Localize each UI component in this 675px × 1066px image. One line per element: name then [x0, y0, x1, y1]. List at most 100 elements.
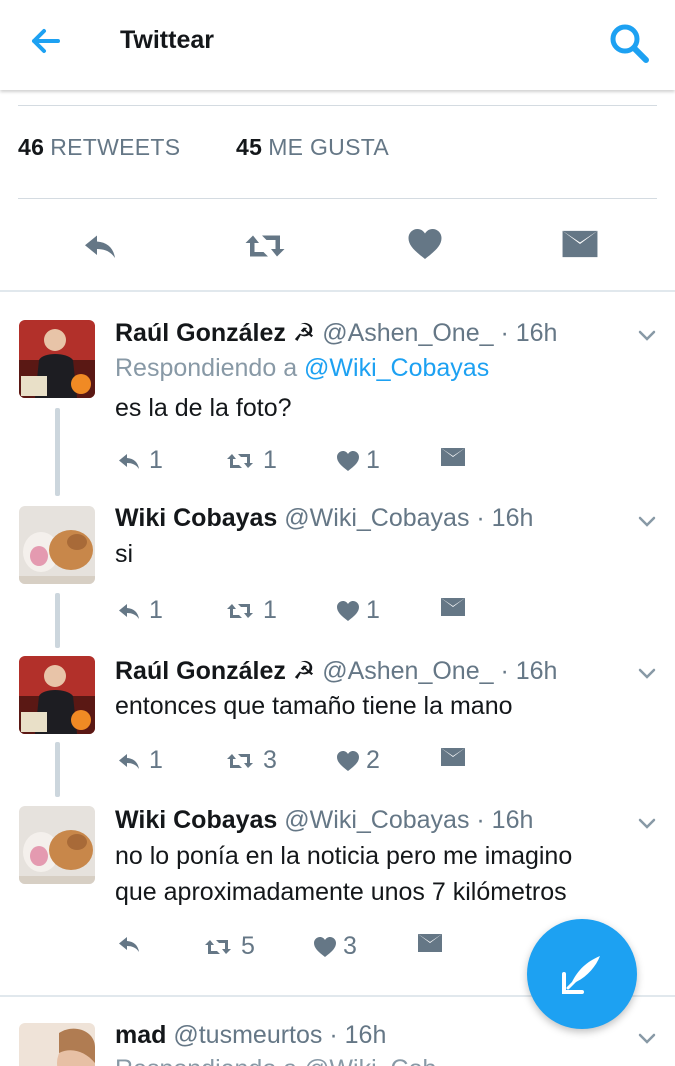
- tweet-item[interactable]: Raúl González ☭ @Ashen_One_ · 16h Respon…: [0, 300, 675, 490]
- replying-to-link[interactable]: @Wiki_Cobayas: [304, 354, 489, 382]
- retweet-action[interactable]: 1: [223, 446, 277, 475]
- replying-prefix: Respondiendo a: [115, 354, 298, 382]
- chevron-down-icon[interactable]: [638, 1033, 656, 1045]
- reply-icon: [115, 749, 143, 773]
- tweet-text: si: [115, 540, 134, 568]
- heart-icon: [313, 936, 337, 958]
- avatar[interactable]: [19, 506, 95, 584]
- reply-action[interactable]: 1: [115, 746, 163, 775]
- reply-icon[interactable]: [78, 228, 122, 264]
- author-name[interactable]: Wiki Cobayas: [115, 504, 277, 532]
- reply-action[interactable]: 1: [115, 446, 163, 475]
- arrow-left-icon[interactable]: [28, 24, 68, 58]
- tweet-time: · 16h: [476, 504, 534, 532]
- reply-count: 1: [149, 746, 163, 774]
- envelope-icon: [440, 446, 466, 468]
- tweet-time: · 16h: [476, 806, 534, 834]
- retweet-action[interactable]: 3: [223, 746, 277, 775]
- tweet-actions: 1 1 1: [115, 596, 535, 626]
- page-title: Twittear: [120, 26, 214, 54]
- tweet-header: Wiki Cobayas @Wiki_Cobayas · 16h: [115, 806, 533, 835]
- reply-icon: [115, 599, 143, 623]
- chevron-down-icon[interactable]: [638, 818, 656, 830]
- reply-action[interactable]: [115, 932, 143, 956]
- tweet-actions: 1 1 1: [115, 446, 535, 476]
- compose-tweet-icon: [562, 956, 600, 994]
- like-action[interactable]: 1: [336, 596, 380, 625]
- like-count: 3: [343, 932, 357, 960]
- top-bar: Twittear: [0, 0, 675, 90]
- retweet-action[interactable]: 1: [223, 596, 277, 625]
- retweets-count: 46: [18, 134, 45, 160]
- tweet-header: mad @tusmeurtos · 16h: [115, 1021, 386, 1050]
- section-separator: [0, 290, 675, 292]
- replying-to: Respondiendo a @Wiki_Cob: [115, 1055, 436, 1066]
- retweet-count: 5: [241, 932, 255, 960]
- author-name[interactable]: Raúl González ☭: [115, 319, 315, 347]
- author-name[interactable]: Wiki Cobayas: [115, 806, 277, 834]
- retweets-stat[interactable]: 46 RETWEETS: [18, 134, 180, 160]
- tweet-text: no lo ponía en la noticia pero me imagin…: [115, 838, 572, 910]
- tweet-item[interactable]: Wiki Cobayas @Wiki_Cobayas · 16h si 1 1 …: [0, 490, 675, 640]
- tweet-header: Raúl González ☭ @Ashen_One_ · 16h: [115, 656, 557, 686]
- tweet-header: Raúl González ☭ @Ashen_One_ · 16h: [115, 318, 557, 348]
- tweet-time: · 16h: [500, 657, 558, 685]
- retweet-icon: [223, 749, 257, 773]
- envelope-icon[interactable]: [561, 228, 599, 260]
- avatar[interactable]: [19, 320, 95, 398]
- heart-icon[interactable]: [407, 226, 443, 262]
- like-action[interactable]: 3: [313, 932, 357, 961]
- divider: [18, 198, 657, 199]
- avatar[interactable]: [19, 1023, 95, 1066]
- likes-label: ME GUSTA: [268, 134, 390, 160]
- chevron-down-icon[interactable]: [638, 516, 656, 528]
- like-count: 1: [366, 446, 380, 474]
- chevron-down-icon[interactable]: [638, 668, 656, 680]
- tweet-stats: 46 RETWEETS 45 ME GUSTA: [18, 134, 389, 161]
- author-handle[interactable]: @Wiki_Cobayas: [284, 806, 469, 834]
- author-handle[interactable]: @tusmeurtos: [173, 1021, 322, 1049]
- retweet-count: 1: [263, 446, 277, 474]
- author-handle[interactable]: @Wiki_Cobayas: [284, 504, 469, 532]
- tweet-actions: 1 3 2: [115, 746, 535, 776]
- likes-stat[interactable]: 45 ME GUSTA: [236, 134, 389, 161]
- author-name[interactable]: Raúl González ☭: [115, 657, 315, 685]
- retweet-action[interactable]: 5: [201, 932, 255, 961]
- search-icon[interactable]: [606, 20, 652, 66]
- dm-action[interactable]: [440, 746, 466, 768]
- reply-icon: [115, 449, 143, 473]
- compose-tweet-button[interactable]: [527, 919, 637, 1029]
- reply-count: 1: [149, 596, 163, 624]
- dm-action[interactable]: [417, 932, 443, 954]
- like-count: 2: [366, 746, 380, 774]
- main-tweet-actions: [0, 222, 675, 266]
- like-action[interactable]: 1: [336, 446, 380, 475]
- tweet-text: es la de la foto?: [115, 394, 292, 422]
- avatar[interactable]: [19, 656, 95, 734]
- tweet-item[interactable]: Raúl González ☭ @Ashen_One_ · 16h entonc…: [0, 640, 675, 790]
- reply-action[interactable]: 1: [115, 596, 163, 625]
- author-handle[interactable]: @Ashen_One_: [322, 319, 493, 347]
- author-name[interactable]: mad: [115, 1021, 166, 1049]
- tweet-actions: 5 3: [115, 932, 535, 962]
- divider: [18, 105, 657, 106]
- dm-action[interactable]: [440, 446, 466, 468]
- tweet-text-line: que aproximadamente unos 7 kilómetros: [115, 878, 567, 906]
- envelope-icon: [440, 596, 466, 618]
- like-action[interactable]: 2: [336, 746, 380, 775]
- retweet-icon: [223, 599, 257, 623]
- retweet-icon[interactable]: [240, 228, 290, 264]
- tweet-text: entonces que tamaño tiene la mano: [115, 692, 513, 720]
- chevron-down-icon[interactable]: [638, 330, 656, 342]
- envelope-icon: [417, 932, 443, 954]
- author-handle[interactable]: @Ashen_One_: [322, 657, 493, 685]
- avatar[interactable]: [19, 806, 95, 884]
- reply-count: 1: [149, 446, 163, 474]
- likes-count: 45: [236, 134, 263, 160]
- dm-action[interactable]: [440, 596, 466, 618]
- like-count: 1: [366, 596, 380, 624]
- tweet-time: · 16h: [500, 319, 558, 347]
- retweet-count: 1: [263, 596, 277, 624]
- retweet-count: 3: [263, 746, 277, 774]
- reply-icon: [115, 932, 143, 956]
